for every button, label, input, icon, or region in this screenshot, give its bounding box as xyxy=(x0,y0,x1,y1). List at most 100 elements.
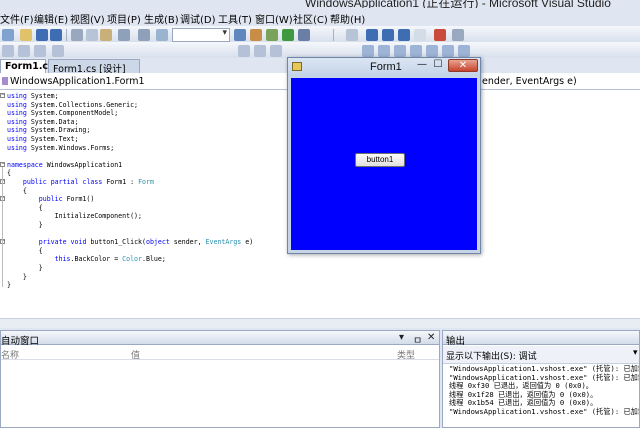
code-line[interactable]: } xyxy=(7,221,43,229)
form-icon xyxy=(292,62,302,71)
code-line[interactable]: } xyxy=(7,273,27,281)
code-line[interactable]: this.BackColor = Color.Blue; xyxy=(7,255,166,263)
editor-horizontal-scrollbar[interactable] xyxy=(0,318,640,328)
class-combo[interactable]: WindowsApplication1.Form1 xyxy=(0,73,290,89)
code-line[interactable]: namespace WindowsApplication1 xyxy=(7,161,122,169)
close-icon[interactable]: ✕ xyxy=(427,332,435,343)
break-all-icon[interactable] xyxy=(366,29,378,41)
code-line[interactable]: private void button1_Click(object sender… xyxy=(7,238,253,246)
code-line[interactable]: public partial class Form1 : Form xyxy=(7,178,154,186)
menu-window[interactable]: 窗口(W) xyxy=(255,11,293,26)
autos-column-headers: 名称 值 类型 xyxy=(1,346,439,361)
config-combo[interactable] xyxy=(172,28,230,42)
member-combo[interactable]: ender, EventArgs e) xyxy=(480,73,640,89)
output-source-label: 显示以下输出(S): 调试 xyxy=(446,352,537,362)
menu-edit[interactable]: 编辑(E) xyxy=(34,11,68,26)
code-line[interactable]: using System.Drawing; xyxy=(7,126,90,134)
menu-tools[interactable]: 工具(T) xyxy=(218,11,252,26)
send-back-icon[interactable] xyxy=(378,45,390,57)
output-line: "WindowsApplication1.vshost.exe" (托管): 已… xyxy=(449,406,640,416)
breakpoints-icon[interactable] xyxy=(434,29,446,41)
size-to-grid-icon[interactable] xyxy=(442,45,454,57)
menu-file[interactable]: 文件(F) xyxy=(0,11,34,26)
menu-bar: 文件(F) 编辑(E) 视图(V) 项目(P) 生成(B) 调试(D) 工具(T… xyxy=(0,8,640,26)
tab-form1-cs[interactable]: Form1.cs xyxy=(0,59,54,73)
code-line[interactable]: using System.Data; xyxy=(7,118,78,126)
open-file-icon[interactable] xyxy=(20,29,32,41)
panel-menu-icon[interactable]: ▾ xyxy=(399,332,404,343)
menu-view[interactable]: 视图(V) xyxy=(70,11,105,26)
save-icon[interactable] xyxy=(36,29,48,41)
menu-project[interactable]: 项目(P) xyxy=(107,11,141,26)
code-line[interactable]: { xyxy=(7,247,43,255)
cut-icon[interactable] xyxy=(71,29,83,41)
show-next-statement-icon[interactable] xyxy=(414,29,426,41)
code-line[interactable]: { xyxy=(7,169,11,177)
align-right-icon[interactable] xyxy=(34,45,46,57)
make-same-size-icon[interactable] xyxy=(52,45,64,57)
solution-explorer-icon[interactable] xyxy=(250,29,262,41)
column-name[interactable]: 名称 xyxy=(1,348,19,361)
redo-icon[interactable] xyxy=(138,29,150,41)
minimize-icon[interactable]: — xyxy=(416,59,428,72)
tab-order-icon[interactable] xyxy=(394,45,406,57)
menu-debug[interactable]: 调试(D) xyxy=(180,11,216,26)
undo-icon[interactable] xyxy=(118,29,130,41)
title-bar: WindowsApplication1 (正在运行) - Microsoft V… xyxy=(0,0,640,8)
column-value[interactable]: 值 xyxy=(131,348,140,361)
close-icon[interactable]: ✕ xyxy=(448,59,478,72)
menu-help[interactable]: 帮助(H) xyxy=(330,11,365,26)
member-combo-value: ender, EventArgs e) xyxy=(482,76,577,87)
form1-title-bar[interactable]: Form1 — ☐ ✕ xyxy=(288,58,480,76)
code-line[interactable]: public Form1() xyxy=(7,195,95,203)
grid-icon[interactable] xyxy=(410,45,422,57)
hex-icon[interactable] xyxy=(452,29,464,41)
code-line[interactable]: using System.Windows.Forms; xyxy=(7,144,114,152)
save-all-icon[interactable] xyxy=(50,29,62,41)
new-project-icon[interactable] xyxy=(2,29,14,41)
toolbox-icon[interactable] xyxy=(282,29,294,41)
code-line[interactable]: InitializeComponent(); xyxy=(7,212,142,220)
column-type[interactable]: 类型 xyxy=(397,348,415,361)
chevron-down-icon[interactable]: ▾ xyxy=(633,348,638,358)
code-line[interactable]: using System; xyxy=(7,92,59,100)
find-icon[interactable] xyxy=(234,29,246,41)
code-line[interactable]: using System.Collections.Generic; xyxy=(7,101,138,109)
align-left-icon[interactable] xyxy=(2,45,14,57)
pin-icon[interactable]: ㅁ xyxy=(413,332,422,347)
continue-icon[interactable] xyxy=(346,29,358,41)
output-source-selector[interactable]: 显示以下输出(S): 调试 ▾ xyxy=(443,346,639,364)
outdent-icon[interactable] xyxy=(270,45,282,57)
lock-controls-icon[interactable] xyxy=(426,45,438,57)
paste-icon[interactable] xyxy=(100,29,112,41)
copy-icon[interactable] xyxy=(86,29,98,41)
tab-form1-design[interactable]: Form1.cs [设计] xyxy=(48,59,140,75)
autos-panel-header: 自动窗口 ▾ ㅁ ✕ xyxy=(1,331,439,347)
stop-icon[interactable] xyxy=(382,29,394,41)
outline-guide xyxy=(2,166,3,288)
form1-window[interactable]: Form1 — ☐ ✕ button1 xyxy=(287,57,481,254)
align-center-icon[interactable] xyxy=(18,45,30,57)
collapse-icon[interactable]: − xyxy=(0,93,5,98)
maximize-icon[interactable]: ☐ xyxy=(432,59,444,72)
indent-icon[interactable] xyxy=(254,45,266,57)
menu-build[interactable]: 生成(B) xyxy=(144,11,179,26)
code-line[interactable]: } xyxy=(7,281,11,289)
class-combo-value: WindowsApplication1.Form1 xyxy=(10,76,145,87)
object-browser-icon[interactable] xyxy=(298,29,310,41)
window-title: WindowsApplication1 (正在运行) - Microsoft V… xyxy=(305,0,611,8)
navigate-icon[interactable] xyxy=(156,29,168,41)
code-line[interactable]: { xyxy=(7,187,27,195)
button1-button[interactable]: button1 xyxy=(355,153,405,167)
code-line[interactable]: using System.Text; xyxy=(7,135,78,143)
restart-icon[interactable] xyxy=(398,29,410,41)
properties-icon[interactable] xyxy=(266,29,278,41)
bring-front-icon[interactable] xyxy=(362,45,374,57)
font-size-icon[interactable] xyxy=(238,45,250,57)
menu-community[interactable]: 社区(C) xyxy=(293,11,328,26)
code-line[interactable]: } xyxy=(7,264,43,272)
spacing-icon[interactable] xyxy=(458,45,470,57)
code-line[interactable]: using System.ComponentModel; xyxy=(7,109,118,117)
code-line[interactable]: { xyxy=(7,204,43,212)
separator xyxy=(66,29,67,41)
